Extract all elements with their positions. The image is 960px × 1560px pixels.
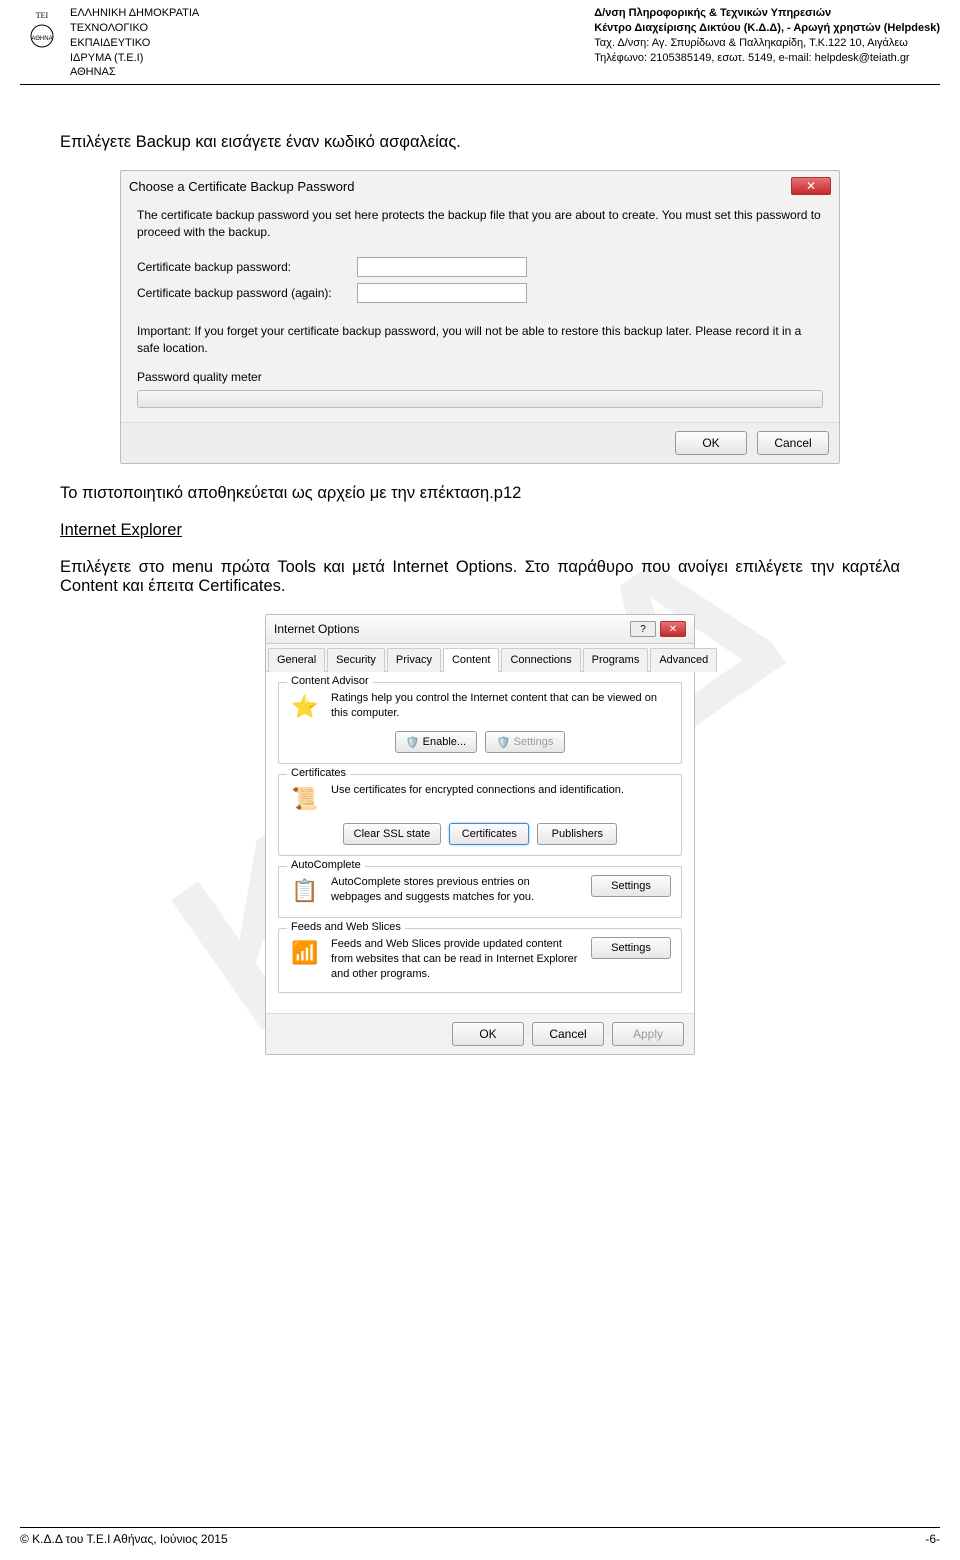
autocomplete-group: AutoComplete 📋 AutoComplete stores previ… [278, 866, 682, 918]
tab-general[interactable]: General [268, 648, 325, 672]
password-again-input[interactable] [357, 283, 527, 303]
clear-ssl-button[interactable]: Clear SSL state [343, 823, 442, 845]
header-right-l3: Ταχ. Δ/νση: Αγ. Σπυρίδωνα & Παλληκαρίδη,… [594, 36, 940, 51]
password-again-label: Certificate backup password (again): [137, 286, 357, 300]
tab-security[interactable]: Security [327, 648, 385, 672]
content-advisor-group: Content Advisor ⭐ Ratings help you contr… [278, 682, 682, 764]
footer-right: -6- [925, 1532, 940, 1546]
certificates-group: Certificates 📜 Use certificates for encr… [278, 774, 682, 856]
page-header: TEI ΑΘΗΝΑ ΕΛΛΗΝΙΚΗ ΔΗΜΟΚΡΑΤΙΑ ΤΕΧΝΟΛΟΓΙΚΟ… [20, 0, 940, 85]
publishers-button[interactable]: Publishers [537, 823, 617, 845]
io-ok-button[interactable]: OK [452, 1022, 524, 1046]
io-apply-button[interactable]: Apply [612, 1022, 684, 1046]
backup-password-dialog: Choose a Certificate Backup Password ✕ T… [120, 170, 840, 464]
shield-icon: 🛡️ [497, 736, 511, 749]
ie-heading: Internet Explorer [60, 521, 900, 540]
shield-icon: 🛡️ [406, 736, 420, 749]
certificates-button[interactable]: Certificates [449, 823, 529, 845]
header-right-l2: Κέντρο Διαχείρισης Δικτύου (Κ.Δ.Δ), - Αρ… [594, 21, 940, 36]
cancel-button[interactable]: Cancel [757, 431, 829, 455]
footer-left: © Κ.Δ.Δ του Τ.Ε.Ι Αθήνας, Ιούνιος 2015 [20, 1532, 228, 1546]
dialog-description: The certificate backup password you set … [137, 207, 823, 241]
tab-connections[interactable]: Connections [501, 648, 580, 672]
tab-content[interactable]: Content [443, 648, 500, 672]
settings-button[interactable]: 🛡️ Settings [485, 731, 565, 753]
header-right-l1: Δ/νση Πληροφορικής & Τεχνικών Υπηρεσιών [594, 6, 940, 21]
rss-icon: 📶 [289, 937, 321, 969]
password-label: Certificate backup password: [137, 260, 357, 274]
paragraph-1: Επιλέγετε Backup και εισάγετε έναν κωδικ… [60, 133, 900, 152]
help-icon[interactable]: ? [630, 621, 656, 637]
dialog-title: Choose a Certificate Backup Password [129, 179, 354, 194]
enable-button[interactable]: 🛡️ Enable... [395, 731, 477, 753]
content-advisor-legend: Content Advisor [287, 675, 373, 687]
autocomplete-legend: AutoComplete [287, 859, 365, 871]
feeds-legend: Feeds and Web Slices [287, 921, 405, 933]
tab-advanced[interactable]: Advanced [650, 648, 717, 672]
autocomplete-settings-button[interactable]: Settings [591, 875, 671, 897]
io-title: Internet Options [274, 622, 359, 636]
paragraph-2: Το πιστοποιητικό αποθηκεύεται ως αρχείο … [60, 484, 900, 503]
content-advisor-text: Ratings help you control the Internet co… [331, 691, 671, 721]
certificate-icon: 📜 [289, 783, 321, 815]
feeds-text: Feeds and Web Slices provide updated con… [331, 937, 581, 982]
important-note: Important: If you forget your certificat… [137, 323, 823, 357]
tab-programs[interactable]: Programs [583, 648, 649, 672]
header-left-l3: ΕΚΠΑΙΔΕΥΤΙΚΟ [70, 36, 199, 51]
header-right-l4: Τηλέφωνο: 2105385149, εσωτ. 5149, e-mail… [594, 51, 940, 66]
close-icon[interactable]: ✕ [791, 177, 831, 195]
internet-options-dialog: Internet Options ? ✕ General Security Pr… [265, 614, 695, 1055]
paragraph-3: Επιλέγετε στο menu πρώτα Tools και μετά … [60, 558, 900, 596]
io-tabs: General Security Privacy Content Connect… [266, 644, 694, 672]
svg-text:ΑΘΗΝΑ: ΑΘΗΝΑ [31, 36, 52, 42]
close-icon[interactable]: ✕ [660, 621, 686, 637]
feeds-settings-button[interactable]: Settings [591, 937, 671, 959]
header-left-l5: ΑΘΗΝΑΣ [70, 65, 199, 80]
star-icon: ⭐ [289, 691, 321, 723]
certificates-text: Use certificates for encrypted connectio… [331, 783, 671, 798]
io-cancel-button[interactable]: Cancel [532, 1022, 604, 1046]
meter-label: Password quality meter [137, 370, 823, 384]
header-left-l2: ΤΕΧΝΟΛΟΓΙΚΟ [70, 21, 199, 36]
page-footer: © Κ.Δ.Δ του Τ.Ε.Ι Αθήνας, Ιούνιος 2015 -… [20, 1527, 940, 1546]
header-left-l1: ΕΛΛΗΝΙΚΗ ΔΗΜΟΚΡΑΤΙΑ [70, 6, 199, 21]
feeds-group: Feeds and Web Slices 📶 Feeds and Web Sli… [278, 928, 682, 993]
ok-button[interactable]: OK [675, 431, 747, 455]
header-left-l4: ΙΔΡΥΜΑ (Τ.Ε.Ι) [70, 51, 199, 66]
autocomplete-text: AutoComplete stores previous entries on … [331, 875, 581, 905]
institution-logo: TEI ΑΘΗΝΑ [20, 6, 64, 80]
svg-text:TEI: TEI [36, 11, 49, 20]
tab-privacy[interactable]: Privacy [387, 648, 441, 672]
certificates-legend: Certificates [287, 767, 350, 779]
autocomplete-icon: 📋 [289, 875, 321, 907]
password-quality-meter [137, 390, 823, 408]
password-input[interactable] [357, 257, 527, 277]
